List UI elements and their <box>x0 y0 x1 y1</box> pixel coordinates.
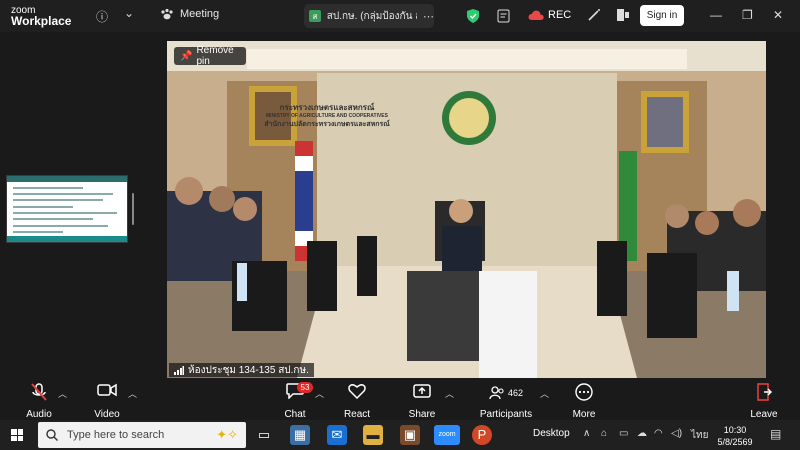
leave-button[interactable]: Leave <box>734 383 794 420</box>
thumbnail-line <box>13 199 103 201</box>
search-icon <box>46 429 58 441</box>
meeting-label: Meeting <box>180 8 220 20</box>
signal-icon <box>174 365 184 375</box>
participant-name: ห้องประชุม 134-135 สป.กษ. <box>188 364 309 376</box>
chat-options-chevron-icon[interactable]: ︿ <box>315 387 324 400</box>
remove-pin-label: Remove pin <box>196 45 234 67</box>
thumbnail-line <box>13 225 108 227</box>
zoom-window: zoom Workplace ⓘ ⌄ Meeting ส สป.กษ. (กลุ… <box>0 0 800 450</box>
pinned-video[interactable] <box>167 41 766 378</box>
thumbnail-line <box>13 212 117 214</box>
minimize-icon[interactable]: — <box>710 8 722 22</box>
powerpoint-icon[interactable]: P <box>472 425 492 445</box>
taskbar-search-box[interactable]: Type here to search ✦✧ <box>38 422 246 448</box>
meeting-controls-bar: Audio ︿ Video ︿ Chat ︿ React Share ︿ 462… <box>0 378 800 420</box>
photos-icon[interactable]: ▣ <box>400 425 420 445</box>
thumbnail-header <box>7 176 127 182</box>
task-view-icon[interactable]: ▭ <box>254 425 274 445</box>
conference-room-video <box>167 41 766 378</box>
more-button[interactable]: More <box>554 383 614 420</box>
video-options-chevron-icon[interactable]: ︿ <box>128 387 137 400</box>
shield-icon[interactable] <box>467 9 479 23</box>
thumbnail-footer <box>7 236 127 242</box>
windows-taskbar: Type here to search ✦✧ ▭ ▦ ✉ ▬ ▣ zoom P … <box>0 420 800 450</box>
share-options-chevron-icon[interactable]: ︿ <box>445 387 454 400</box>
restore-icon[interactable]: ❐ <box>742 8 753 22</box>
react-button[interactable]: React <box>327 383 387 420</box>
apps-icon[interactable] <box>616 8 630 22</box>
magic-pen-icon[interactable] <box>587 8 601 22</box>
room-sign: กระทรวงเกษตรและสหกรณ์ MINISTRY OF AGRICU… <box>264 103 390 128</box>
thumbnail-line <box>13 218 93 220</box>
close-icon[interactable]: ✕ <box>773 8 783 22</box>
wifi-icon[interactable]: ◠ <box>654 428 663 439</box>
cloud-icon[interactable]: ☁ <box>637 428 647 439</box>
more-dots-icon <box>554 383 614 403</box>
sparkle-icon: ✦✧ <box>216 427 238 442</box>
store-icon[interactable]: ▦ <box>290 425 310 445</box>
sign-in-button[interactable]: Sign in <box>640 5 684 26</box>
chevron-down-icon[interactable]: ⌄ <box>124 6 134 20</box>
network-icon[interactable]: ⌂ <box>601 428 607 439</box>
language-indicator[interactable]: ไทย <box>691 428 708 443</box>
thumbnail-line <box>13 231 63 233</box>
record-button[interactable]: REC <box>528 9 571 21</box>
participants-count: 462 <box>507 388 524 398</box>
tray-chevron-icon[interactable]: ∧ <box>583 428 590 439</box>
heart-icon <box>327 383 387 403</box>
notes-icon[interactable] <box>497 9 510 23</box>
tab-title: สป.กษ. (กลุ่มป้องกัน สผพ. <box>326 10 417 22</box>
remove-pin-button[interactable]: 📌 Remove pin <box>174 45 246 67</box>
search-placeholder: Type here to search <box>67 429 165 441</box>
volume-icon[interactable]: ◁) <box>671 428 682 439</box>
title-bar: zoom Workplace ⓘ ⌄ Meeting ส สป.กษ. (กลุ… <box>0 0 800 32</box>
outlook-icon[interactable]: ✉ <box>327 425 347 445</box>
more-options-icon[interactable]: ⋯ <box>423 10 434 23</box>
battery-icon[interactable]: ▭ <box>619 428 628 439</box>
share-button[interactable]: Share <box>392 383 452 420</box>
pin-icon: 📌 <box>180 50 193 62</box>
zoom-taskbar-icon[interactable]: zoom <box>434 425 460 445</box>
thumbnail-line <box>13 193 113 195</box>
thumbnail-line <box>13 187 83 189</box>
participants-icon: 462 <box>476 383 536 403</box>
windows-start-icon[interactable] <box>11 429 23 441</box>
active-meeting-tab[interactable]: ส สป.กษ. (กลุ่มป้องกัน สผพ. ⋯ <box>304 4 434 28</box>
info-icon[interactable]: ⓘ <box>96 8 108 25</box>
leave-door-icon <box>734 383 794 403</box>
shared-screen-thumbnail[interactable] <box>6 175 128 243</box>
paw-icon <box>161 8 173 20</box>
system-clock[interactable]: 10:30 5/8/2569 <box>715 424 755 448</box>
cloud-record-icon <box>528 10 544 20</box>
participants-options-chevron-icon[interactable]: ︿ <box>540 387 549 400</box>
participant-name-tag: ห้องประชุม 134-135 สป.กษ. <box>169 363 314 377</box>
zoom-logo: zoom Workplace <box>11 5 72 28</box>
participants-button[interactable]: 462 Participants <box>476 383 536 420</box>
meeting-tab[interactable]: Meeting <box>160 8 219 20</box>
tab-avatar-badge: ส <box>309 10 321 22</box>
notification-icon[interactable]: ▤ <box>770 427 781 441</box>
chat-unread-badge: 53 <box>297 382 313 393</box>
rec-label: REC <box>548 9 572 21</box>
desktop-label[interactable]: Desktop <box>533 428 570 439</box>
share-screen-icon <box>392 383 452 403</box>
thumbnail-scrollbar[interactable] <box>132 193 134 225</box>
file-explorer-icon[interactable]: ▬ <box>363 425 383 445</box>
audio-options-chevron-icon[interactable]: ︿ <box>58 387 67 400</box>
thumbnail-line <box>13 206 73 208</box>
